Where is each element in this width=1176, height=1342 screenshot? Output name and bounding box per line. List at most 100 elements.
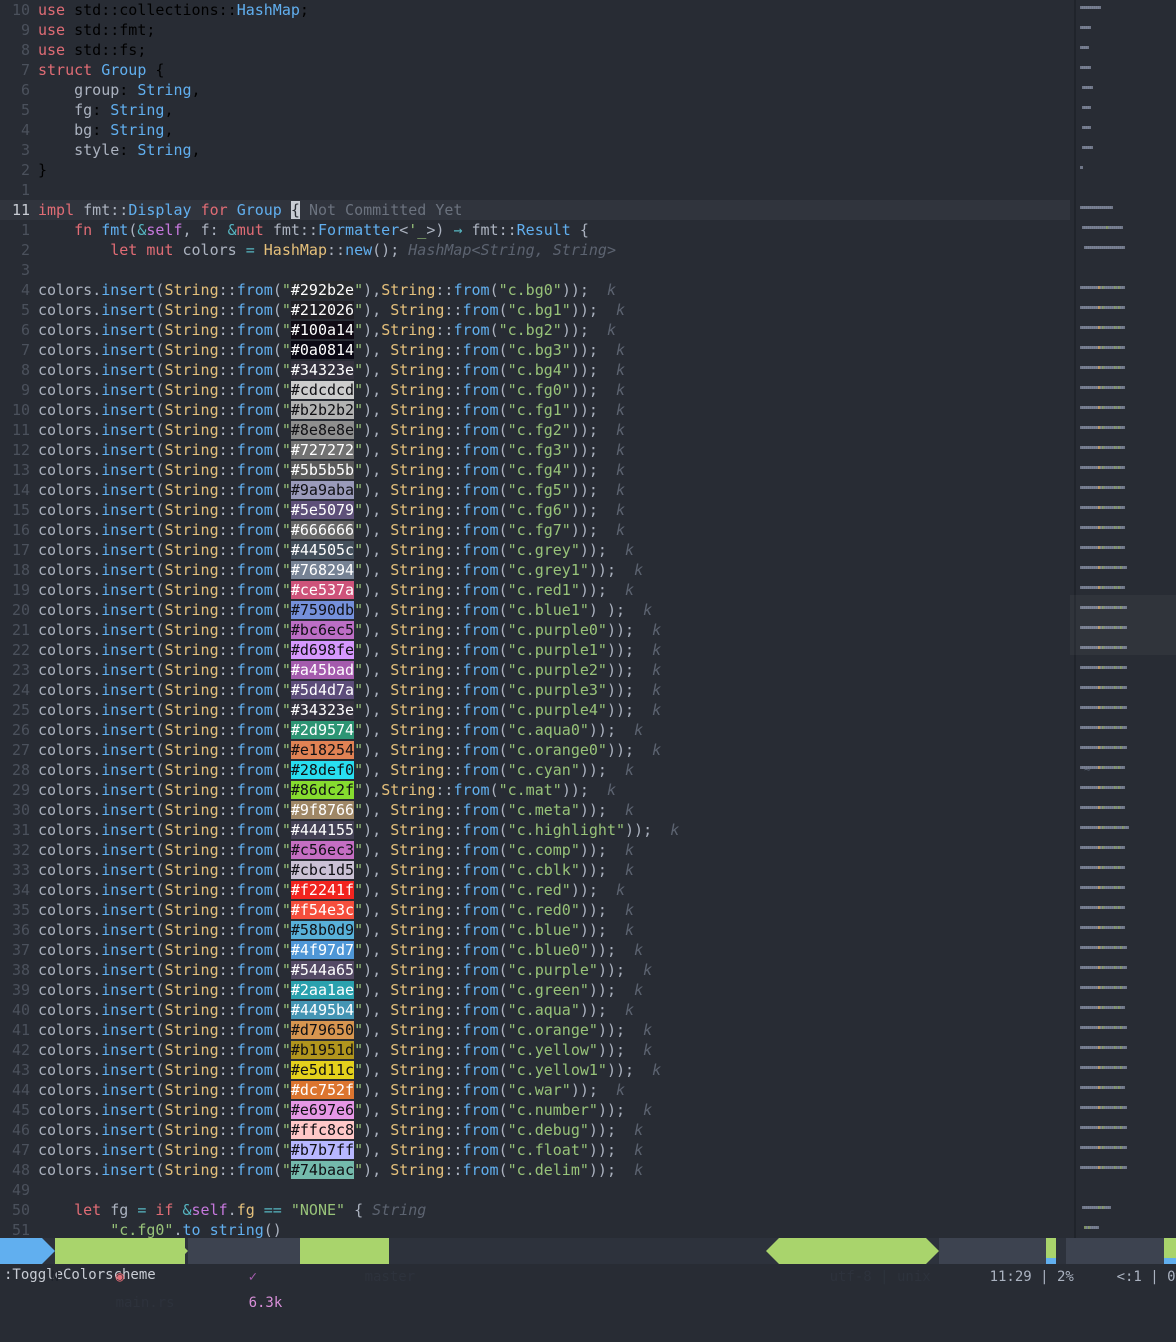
code-line[interactable]: 44 colors.insert(String::from("#dc752f"),…: [0, 1080, 1070, 1100]
line-content: use std::fs;: [38, 41, 147, 59]
line-content: colors.insert(String::from("#a45bad"), S…: [38, 661, 662, 679]
code-line[interactable]: 4 colors.insert(String::from("#292b2e"),S…: [0, 280, 1070, 300]
code-line[interactable]: 37 colors.insert(String::from("#4f97d7"),…: [0, 940, 1070, 960]
code-line[interactable]: 45 colors.insert(String::from("#e697e6"),…: [0, 1100, 1070, 1120]
blame-marker: k: [616, 481, 626, 499]
code-line[interactable]: 40 colors.insert(String::from("#4495b4"),…: [0, 1000, 1070, 1020]
blame-marker: k: [643, 601, 653, 619]
line-number: 44: [11, 1081, 30, 1099]
minimap-dot: [1088, 26, 1091, 29]
code-line[interactable]: 16 colors.insert(String::from("#666666"),…: [0, 520, 1070, 540]
status-position[interactable]: 11:29 | 2%: [939, 1238, 1074, 1285]
code-line[interactable]: 8 use std::fs;: [0, 40, 1070, 60]
code-line[interactable]: 23 colors.insert(String::from("#a45bad"),…: [0, 660, 1070, 680]
code-line[interactable]: 10 use std::collections::HashMap;: [0, 0, 1070, 20]
code-line[interactable]: 47 colors.insert(String::from("#b7b7ff"),…: [0, 1140, 1070, 1160]
code-line[interactable]: 6 colors.insert(String::from("#100a14"),S…: [0, 320, 1070, 340]
receiver: colors: [38, 721, 93, 739]
line-content: colors.insert(String::from("#666666"), S…: [38, 521, 626, 539]
code-line[interactable]: 20 colors.insert(String::from("#7590db"),…: [0, 600, 1070, 620]
receiver: colors: [38, 901, 93, 919]
code-line[interactable]: 42 colors.insert(String::from("#b1951d"),…: [0, 1040, 1070, 1060]
code-line[interactable]: 9 colors.insert(String::from("#cdcdcd"), …: [0, 380, 1070, 400]
blame-marker: k: [634, 1161, 644, 1179]
minimap[interactable]: ~: [1070, 0, 1176, 1238]
code-line[interactable]: 14 colors.insert(String::from("#9a9aba"),…: [0, 480, 1070, 500]
code-line[interactable]: 21 colors.insert(String::from("#bc6ec5"),…: [0, 620, 1070, 640]
code-line[interactable]: 36 colors.insert(String::from("#58b0d9"),…: [0, 920, 1070, 940]
code-line[interactable]: 33 colors.insert(String::from("#cbc1d5"),…: [0, 860, 1070, 880]
code-line[interactable]: 39 colors.insert(String::from("#2aa1ae"),…: [0, 980, 1070, 1000]
code-line[interactable]: 1: [0, 180, 1070, 200]
code-line[interactable]: 50 let fg = if &self.fg == "NONE" { Stri…: [0, 1200, 1070, 1220]
blame-marker: k: [625, 801, 635, 819]
insert-call: insert: [101, 301, 156, 319]
code-line[interactable]: 15 colors.insert(String::from("#5e5079"),…: [0, 500, 1070, 520]
code-line[interactable]: 26 colors.insert(String::from("#2d9574"),…: [0, 720, 1070, 740]
code-line[interactable]: 24 colors.insert(String::from("#5d4d7a"),…: [0, 680, 1070, 700]
line-content: style: String,: [74, 141, 201, 159]
code-line[interactable]: 9 use std::fmt;: [0, 20, 1070, 40]
line-content: colors.insert(String::from("#9f8766"), S…: [38, 801, 635, 819]
status-mode[interactable]: N: [0, 1238, 59, 1285]
code-line[interactable]: 13 colors.insert(String::from("#5b5b5b"),…: [0, 460, 1070, 480]
code-line[interactable]: 3 style: String,: [0, 140, 1070, 160]
line-content: "c.fg0".to_string(): [110, 1221, 282, 1238]
code-line[interactable]: 43 colors.insert(String::from("#e5d11c"),…: [0, 1060, 1070, 1080]
code-line[interactable]: 2}: [0, 160, 1070, 180]
code-line[interactable]: 41 colors.insert(String::from("#d79650"),…: [0, 1020, 1070, 1040]
color-key: "c.mat": [498, 781, 562, 799]
status-scroll[interactable]: <:1 | 0%: [1066, 1238, 1176, 1285]
color-key: "c.meta": [507, 801, 580, 819]
code-line[interactable]: 28 colors.insert(String::from("#28def0"),…: [0, 760, 1070, 780]
code-line[interactable]: 7 colors.insert(String::from("#0a0814"), …: [0, 340, 1070, 360]
code-line[interactable]: 5 fg: String,: [0, 100, 1070, 120]
line-content: colors.insert(String::from("#e18254"), S…: [38, 741, 662, 759]
receiver: colors: [38, 1141, 93, 1159]
code-line[interactable]: 7 struct Group {: [0, 60, 1070, 80]
encoding-label: utf-8 | unix: [829, 1269, 931, 1285]
code-line[interactable]: 1 fn fmt(&self, f: &mut fmt::Formatter<'…: [0, 220, 1070, 240]
code-line[interactable]: 25 colors.insert(String::from("#34323e"),…: [0, 700, 1070, 720]
code-line[interactable]: 8 colors.insert(String::from("#34323e"), …: [0, 360, 1070, 380]
line-number: 34: [11, 881, 30, 899]
code-line[interactable]: 38 colors.insert(String::from("#544a65"),…: [0, 960, 1070, 980]
receiver: colors: [38, 601, 93, 619]
code-line[interactable]: 29 colors.insert(String::from("#86dc2f"),…: [0, 780, 1070, 800]
code-line[interactable]: 17 colors.insert(String::from("#44505c"),…: [0, 540, 1070, 560]
code-line[interactable]: 6 group: String,: [0, 80, 1070, 100]
color-key: "c.delim": [507, 1161, 589, 1179]
code-line[interactable]: 12 colors.insert(String::from("#727272"),…: [0, 440, 1070, 460]
code-line[interactable]: 31 colors.insert(String::from("#444155"),…: [0, 820, 1070, 840]
code-line[interactable]: 10 colors.insert(String::from("#b2b2b2"),…: [0, 400, 1070, 420]
code-line[interactable]: 22 colors.insert(String::from("#d698fe"),…: [0, 640, 1070, 660]
minimap-dot: [1096, 1226, 1099, 1229]
code-line[interactable]: 32 colors.insert(String::from("#c56ec3"),…: [0, 840, 1070, 860]
code-line[interactable]: 11 impl fmt::Display for Group { Not Comm…: [0, 200, 1070, 220]
enc-arrow-left: [766, 1238, 779, 1264]
code-line[interactable]: 48 colors.insert(String::from("#74baac"),…: [0, 1160, 1070, 1180]
code-line[interactable]: 11 colors.insert(String::from("#8e8e8e"),…: [0, 420, 1070, 440]
code-line[interactable]: 18 colors.insert(String::from("#768294"),…: [0, 560, 1070, 580]
status-encoding[interactable]: utf-8 | unix: [779, 1238, 931, 1285]
line-content: colors.insert(String::from("#b2b2b2"), S…: [38, 401, 626, 419]
code-line[interactable]: 3: [0, 260, 1070, 280]
status-filesize[interactable]: ✓ 6.3k: [188, 1238, 310, 1311]
code-editor[interactable]: 10 use std::collections::HashMap; 9 use std…: [0, 0, 1070, 1238]
code-line[interactable]: 5 colors.insert(String::from("#212026"), …: [0, 300, 1070, 320]
status-filename[interactable]: ◉ main.rs: [55, 1238, 185, 1311]
code-line[interactable]: 49: [0, 1180, 1070, 1200]
code-line[interactable]: 46 colors.insert(String::from("#ffc8c8"),…: [0, 1120, 1070, 1140]
receiver: colors: [38, 1041, 93, 1059]
insert-call: insert: [101, 801, 156, 819]
code-line[interactable]: 30 colors.insert(String::from("#9f8766"),…: [0, 800, 1070, 820]
code-line[interactable]: 19 colors.insert(String::from("#ce537a"),…: [0, 580, 1070, 600]
minimap-viewport[interactable]: [1070, 595, 1176, 655]
code-line[interactable]: 34 colors.insert(String::from("#f2241f"),…: [0, 880, 1070, 900]
code-line[interactable]: 2 let mut colors = HashMap::new(); HashM…: [0, 240, 1070, 260]
code-line[interactable]: 35 colors.insert(String::from("#f54e3c"),…: [0, 900, 1070, 920]
line-number: 49: [11, 1181, 30, 1199]
code-line[interactable]: 27 colors.insert(String::from("#e18254"),…: [0, 740, 1070, 760]
code-line[interactable]: 4 bg: String,: [0, 120, 1070, 140]
code-line[interactable]: 51 "c.fg0".to_string(): [0, 1220, 1070, 1238]
